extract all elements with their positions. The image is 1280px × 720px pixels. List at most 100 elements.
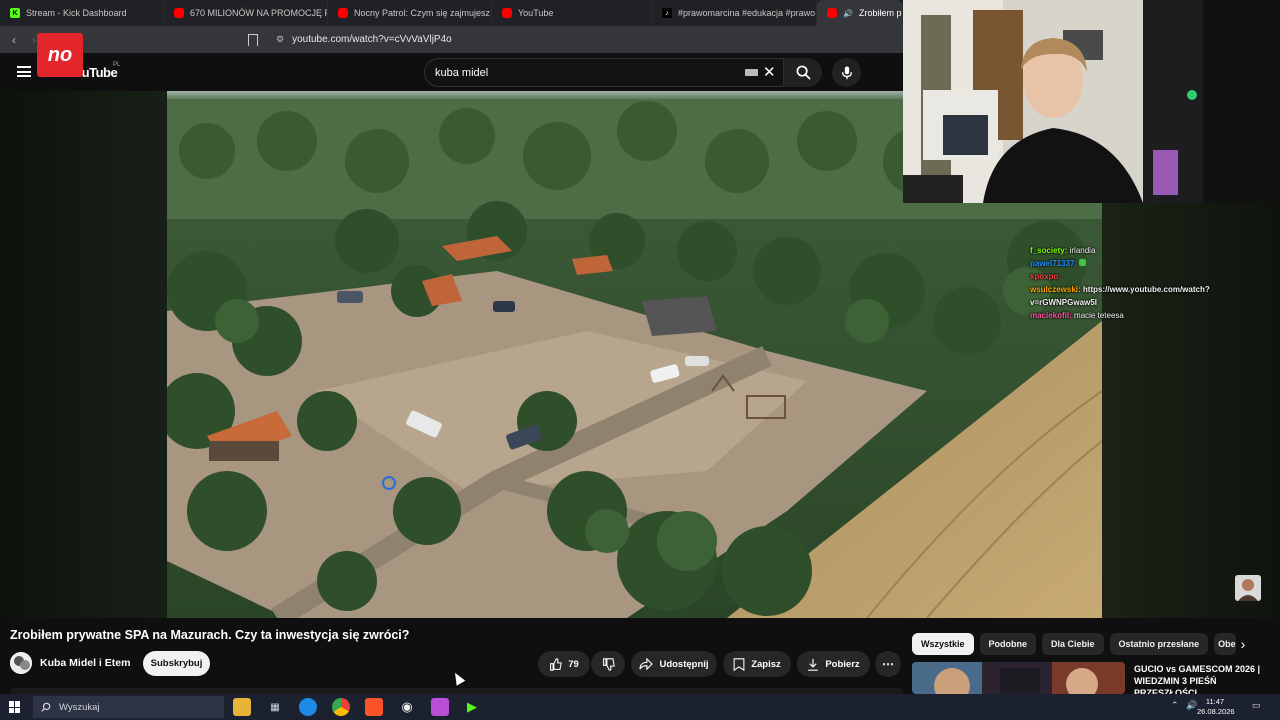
- corner-avatar: [1235, 575, 1261, 601]
- ambient-left: [0, 91, 167, 618]
- chevron-right-icon[interactable]: ›: [1233, 636, 1253, 656]
- streamer-webcam: [903, 0, 1280, 203]
- keyboard-icon[interactable]: [745, 69, 758, 76]
- more-actions-button[interactable]: ⋯: [875, 651, 901, 677]
- taskbar-search-placeholder: Wyszukaj: [59, 701, 100, 713]
- chat-text: irlandia: [1069, 246, 1096, 255]
- chat-overlay: f_society: irlandia pawel71337: xpoxpo: …: [1030, 244, 1250, 322]
- thumbs-up-icon: [550, 657, 563, 671]
- tab-tiktok[interactable]: ♪ #prawomarcina #edukacja #prawo |: [652, 0, 817, 26]
- thumbnail-image: [912, 662, 1125, 694]
- notifications-icon[interactable]: ▭: [1252, 700, 1261, 711]
- like-count: 79: [568, 658, 579, 670]
- url-text[interactable]: youtube.com/watch?v=cVvVaVljP4o: [292, 34, 452, 45]
- region-code: PL: [113, 62, 121, 68]
- microphone-icon: [841, 65, 852, 79]
- emote-icon: [1079, 259, 1087, 266]
- chat-message: wsulczewski: https://www.youtube.com/wat…: [1030, 283, 1250, 309]
- person-icon: [1235, 575, 1261, 601]
- like-button[interactable]: 79: [538, 651, 590, 677]
- mouse-cursor-icon: [450, 670, 466, 686]
- taskbar-search-input[interactable]: Wyszukaj: [33, 696, 224, 718]
- chip-all[interactable]: Wszystkie: [912, 633, 974, 655]
- edge-browser-icon[interactable]: [299, 698, 317, 716]
- brave-browser-icon[interactable]: [365, 698, 383, 716]
- tab-label: Zrobiłem pry: [858, 8, 902, 18]
- chip-recently-uploaded[interactable]: Ostatnio przesłane: [1109, 633, 1209, 655]
- tab-label: Nocny Patrol: Czym się zajmujesz i ile: [354, 8, 492, 18]
- search-icon: [796, 65, 811, 80]
- share-label: Udostępnij: [659, 658, 709, 670]
- volume-icon[interactable]: 🔊: [1186, 700, 1197, 711]
- site-settings-icon[interactable]: ⚙: [276, 34, 284, 45]
- recommended-thumbnail[interactable]: [912, 662, 1125, 694]
- channel-avatar[interactable]: [10, 652, 32, 674]
- subscribe-button[interactable]: Subskrybuj: [143, 651, 210, 676]
- tab-active-video[interactable]: 🔊 Zrobiłem pry: [817, 0, 903, 26]
- obs-studio-icon[interactable]: ◉: [398, 698, 416, 716]
- windows-taskbar: Wyszukaj ▦ ◉ ▶ ⌃ 🔊 11:47 26.08.2026 ▭: [0, 694, 1280, 720]
- chat-message: maciekofil: macie teteesa: [1030, 309, 1250, 322]
- channel-name[interactable]: Kuba Midel i Etem: [40, 657, 130, 669]
- windows-start-icon[interactable]: [9, 701, 21, 713]
- chat-text: macie teteesa: [1074, 311, 1124, 320]
- tab-youtube-home[interactable]: YouTube: [492, 0, 652, 26]
- address-bar: ‹ › ⚙ youtube.com/watch?v=cVvVaVljP4o: [0, 26, 903, 53]
- file-explorer-icon[interactable]: [233, 698, 251, 716]
- tab-youtube-video-1[interactable]: 670 MILIONÓW NA PROMOCJĘ POL: [164, 0, 328, 26]
- stream-app-icon[interactable]: [431, 698, 449, 716]
- tab-label: 670 MILIONÓW NA PROMOCJĘ POL: [190, 8, 328, 18]
- more-icon: ⋯: [882, 657, 894, 671]
- chat-username: maciekofil:: [1030, 311, 1072, 320]
- clock-date: 26.08.2026: [1197, 707, 1235, 716]
- taskbar-clock[interactable]: 11:47 26.08.2026: [1197, 697, 1235, 717]
- dislike-button[interactable]: [591, 651, 625, 677]
- chat-message: xpoxpo:: [1030, 270, 1250, 283]
- chat-username: xpoxpo:: [1030, 272, 1062, 281]
- chat-message: pawel71337:: [1030, 257, 1250, 270]
- system-app-icon[interactable]: ▦: [266, 698, 284, 716]
- save-label: Zapisz: [751, 658, 781, 670]
- video-title: Zrobiłem prywatne SPA na Mazurach. Czy t…: [10, 628, 410, 642]
- tab-kick-dashboard[interactable]: K Stream - Kick Dashboard: [0, 0, 164, 26]
- share-button[interactable]: Udostępnij: [631, 651, 717, 677]
- chrome-browser-icon[interactable]: [332, 698, 350, 716]
- bookmark-icon[interactable]: [248, 33, 258, 46]
- chevron-up-icon[interactable]: ⌃: [1171, 700, 1179, 711]
- save-button[interactable]: Zapisz: [723, 651, 791, 677]
- channel-avatar-icon: [10, 652, 32, 674]
- download-icon: [808, 658, 819, 671]
- search-icon: [41, 702, 51, 712]
- chat-username: wsulczewski:: [1030, 285, 1081, 294]
- youtube-icon: [338, 8, 348, 18]
- tab-label: Stream - Kick Dashboard: [26, 8, 127, 18]
- related-filter-chips: Wszystkie Podobne Dla Ciebie Ostatnio pr…: [912, 633, 1237, 655]
- search-button[interactable]: [784, 58, 822, 87]
- download-label: Pobierz: [825, 658, 860, 670]
- youtube-icon: [502, 8, 512, 18]
- youtube-header: YouTube PL kuba midel ✕: [0, 53, 903, 91]
- chip-similar[interactable]: Podobne: [979, 633, 1037, 655]
- tiktok-icon: ♪: [662, 8, 672, 18]
- speaker-icon: 🔊: [843, 8, 853, 18]
- browser-tab-strip: K Stream - Kick Dashboard 670 MILIONÓW N…: [0, 0, 903, 26]
- clear-search-icon[interactable]: ✕: [763, 63, 776, 81]
- chip-for-you[interactable]: Dla Ciebie: [1042, 633, 1104, 655]
- save-icon: [733, 657, 745, 671]
- streamer-overlay-logo: no: [37, 33, 83, 77]
- clock-time: 11:47: [1205, 697, 1225, 706]
- youtube-icon: [827, 8, 837, 18]
- download-button[interactable]: Pobierz: [797, 651, 870, 677]
- kick-app-icon[interactable]: ▶: [463, 698, 481, 716]
- youtube-icon: [174, 8, 184, 18]
- voice-search-button[interactable]: [832, 58, 861, 87]
- search-value: kuba midel: [435, 66, 489, 79]
- webcam-frame: [903, 0, 1280, 203]
- thumbs-down-icon: [602, 657, 615, 671]
- search-input[interactable]: kuba midel: [424, 58, 784, 87]
- tab-youtube-video-2[interactable]: Nocny Patrol: Czym się zajmujesz i ile: [328, 0, 492, 26]
- chat-username: pawel71337:: [1030, 259, 1078, 268]
- back-icon[interactable]: ‹: [4, 33, 24, 47]
- chat-message: f_society: irlandia: [1030, 244, 1250, 257]
- menu-icon[interactable]: [17, 66, 31, 77]
